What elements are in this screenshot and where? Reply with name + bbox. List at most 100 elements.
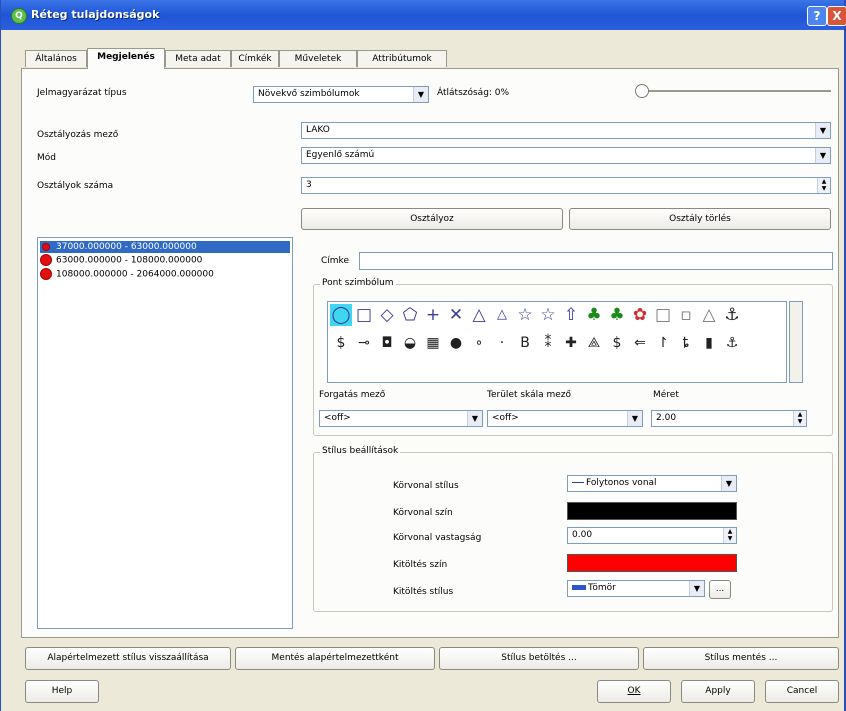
tab-appearance[interactable]: Megjelenés	[87, 48, 165, 69]
transparency-slider-handle[interactable]	[635, 84, 649, 98]
flag-icon[interactable]: ↾	[652, 332, 674, 354]
x-symbol-icon[interactable]: ✕	[445, 304, 467, 326]
title-bar: Q Réteg tulajdonságok ? X	[1, 0, 846, 30]
star-symbol-icon[interactable]: ☆	[514, 304, 536, 326]
legend-type-combo[interactable]: Növekvő szimbólumok ▼	[253, 86, 429, 103]
classification-field-label: Osztályozás mező	[37, 130, 119, 140]
class-item[interactable]: 37000.000000 - 63000.000000	[40, 241, 290, 253]
legend-type-value: Növekvő szimbólumok	[258, 89, 360, 99]
size-spinbox[interactable]: 2.00 ▲ ▼	[651, 410, 807, 427]
class-item[interactable]: 63000.000000 - 108000.000000	[40, 254, 290, 266]
square-symbol-icon[interactable]: □	[353, 304, 375, 326]
mode-label: Mód	[37, 153, 56, 163]
class-item[interactable]: 108000.000000 - 2064000.000000	[40, 268, 290, 280]
fill-color-swatch[interactable]	[567, 554, 737, 572]
pentagon-symbol-icon[interactable]: ⬠	[399, 304, 421, 326]
mode-value: Egyenlő számú	[306, 150, 375, 160]
symbol-grid-scrollbar[interactable]	[789, 301, 803, 383]
star-outline-symbol-icon[interactable]: ☆	[537, 304, 559, 326]
delete-class-button[interactable]: Osztály törlés	[569, 208, 831, 230]
spin-arrows-icon[interactable]: ▲ ▼	[817, 178, 830, 193]
cancel-button[interactable]: Cancel	[765, 680, 839, 703]
arrow-up-symbol-icon[interactable]: ⇧	[560, 304, 582, 326]
outline-width-value: 0.00	[572, 530, 593, 540]
fill-style-combo[interactable]: Tömör ▼	[567, 580, 705, 597]
airplane-icon[interactable]: ⟁	[583, 332, 605, 354]
class-list[interactable]: 37000.000000 - 63000.000000 63000.000000…	[37, 237, 293, 629]
dot-icon[interactable]: ·	[491, 332, 513, 354]
layer-properties-window: Q Réteg tulajdonságok ? X Általános Megj…	[0, 0, 846, 711]
scale-field-combo[interactable]: <off> ▼	[487, 410, 643, 427]
restaurant-icon[interactable]: ȶ	[675, 332, 697, 354]
building-icon[interactable]: ▦	[422, 332, 444, 354]
chevron-down-icon: ▼	[815, 123, 830, 138]
anchor-icon[interactable]: ⚓	[721, 304, 743, 326]
rotation-field-combo[interactable]: <off> ▼	[319, 410, 483, 427]
fill-color-label: Kitöltés szín	[393, 560, 448, 570]
load-style-button[interactable]: Stílus betöltés ...	[439, 647, 639, 670]
classify-button[interactable]: Osztályoz	[301, 208, 563, 230]
close-window-button[interactable]: X	[827, 6, 846, 26]
help-title-button[interactable]: ?	[807, 6, 827, 26]
classification-field-combo[interactable]: LAKO ▼	[301, 122, 831, 139]
legend-type-label: Jelmagyarázat típus	[37, 88, 127, 98]
class-count-spinbox[interactable]: 3 ▲ ▼	[301, 177, 831, 194]
ok-button[interactable]: OK	[597, 680, 671, 703]
symbol-label-input[interactable]	[359, 252, 833, 270]
conifer-tree-icon[interactable]: ♣	[583, 304, 605, 326]
triangle-symbol-icon[interactable]: △	[468, 304, 490, 326]
outline-style-label: Körvonal stílus	[393, 481, 459, 491]
size-value: 2.00	[656, 413, 677, 423]
outline-triangle-icon[interactable]: △	[698, 304, 720, 326]
save-style-button[interactable]: Stílus mentés ...	[643, 647, 839, 670]
tab-actions[interactable]: Műveletek	[279, 50, 357, 67]
chevron-down-icon: ▼	[627, 411, 642, 426]
fish-icon[interactable]: ⇐	[629, 332, 651, 354]
small-triangle-symbol-icon[interactable]: △	[491, 304, 513, 326]
car-icon[interactable]: ◒	[399, 332, 421, 354]
small-circle-icon[interactable]: ∘	[468, 332, 490, 354]
mode-combo[interactable]: Egyenlő számú ▼	[301, 147, 831, 164]
flower-icon[interactable]: ✿	[629, 304, 651, 326]
circle-symbol-icon[interactable]: ◯	[330, 304, 352, 326]
fill-style-more-button[interactable]: ...	[709, 580, 731, 599]
money-icon[interactable]: $	[606, 332, 628, 354]
pipe-icon[interactable]: ⊸	[353, 332, 375, 354]
dollar-icon[interactable]: $	[330, 332, 352, 354]
save-as-default-button[interactable]: Mentés alapértelmezettként	[235, 647, 435, 670]
dot-square-icon[interactable]: ▫	[675, 304, 697, 326]
outline-style-combo[interactable]: Folytonos vonal ▼	[567, 475, 737, 492]
scale-field-label: Terület skála mező	[487, 390, 572, 400]
filled-circle-icon[interactable]: ●	[445, 332, 467, 354]
apply-button[interactable]: Apply	[681, 680, 755, 703]
solid-line-icon	[572, 482, 584, 483]
outline-width-spinbox[interactable]: 0.00 ▲ ▼	[567, 527, 737, 544]
solid-fill-icon	[572, 585, 586, 590]
tab-general[interactable]: Általános	[25, 50, 87, 67]
restore-default-style-button[interactable]: Alapértelmezett stílus visszaállítása	[25, 647, 231, 670]
outline-width-label: Körvonal vastagság	[393, 533, 482, 543]
harbor-icon[interactable]: ⚓	[721, 332, 743, 354]
symbol-grid[interactable]: ◯ □ ◇ ⬠ + ✕ △ △ ☆ ☆ ⇧ ♣ ♣ ✿ □ ▫ △ ⚓ $ ⊸ …	[327, 301, 787, 383]
fill-style-label: Kitöltés stílus	[393, 587, 454, 597]
cross-symbol-icon[interactable]: +	[422, 304, 444, 326]
fuel-icon[interactable]: ▮	[698, 332, 720, 354]
spin-arrows-icon[interactable]: ▲ ▼	[793, 411, 806, 426]
tab-labels[interactable]: Címkék	[231, 50, 279, 67]
transparency-slider-track[interactable]	[641, 90, 831, 92]
transparency-label: Átlátszóság: 0%	[437, 88, 510, 98]
spin-arrows-icon[interactable]: ▲ ▼	[723, 528, 736, 543]
help-button[interactable]: Help	[25, 680, 99, 703]
tab-attributes[interactable]: Attribútumok	[357, 50, 447, 67]
symbol-label-label: Címke	[321, 256, 349, 266]
chevron-down-icon: ▼	[815, 148, 830, 163]
outline-color-swatch[interactable]	[567, 502, 737, 520]
hospital-icon[interactable]: ✚	[560, 332, 582, 354]
empty-square-icon[interactable]: □	[652, 304, 674, 326]
bus-icon[interactable]: B	[514, 332, 536, 354]
diamond-symbol-icon[interactable]: ◇	[376, 304, 398, 326]
tab-metadata[interactable]: Meta adat	[165, 50, 231, 67]
deciduous-tree-icon[interactable]: ♣	[606, 304, 628, 326]
camera-icon[interactable]: ◘	[376, 332, 398, 354]
people-icon[interactable]: ⁑	[537, 332, 559, 354]
